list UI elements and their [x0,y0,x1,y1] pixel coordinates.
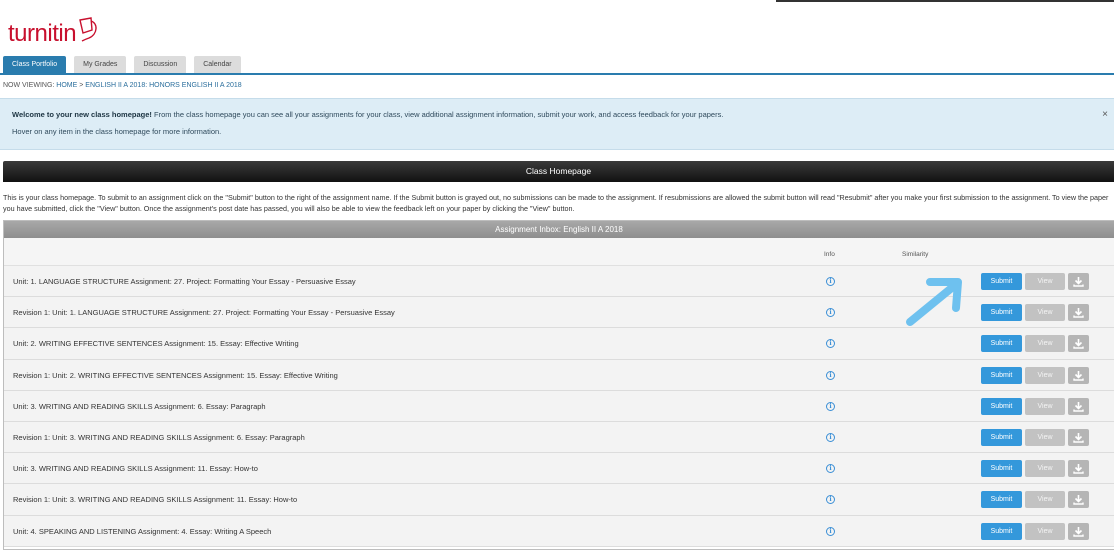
tab-discussion[interactable]: Discussion [134,56,187,73]
table-row: Unit: 3. WRITING AND READING SKILLS Assi… [4,390,1114,422]
assignment-title[interactable]: Unit: 2. WRITING EFFECTIVE SENTENCES Ass… [13,328,299,359]
submit-button[interactable]: Submit [981,273,1022,290]
info-column-header: Info [824,251,835,258]
download-icon [1073,370,1084,381]
download-button[interactable] [1068,522,1089,540]
view-button[interactable]: View [1025,428,1065,446]
download-icon [1073,339,1084,350]
assignment-title[interactable]: Unit: 1. LANGUAGE STRUCTURE Assignment: … [13,266,356,297]
download-button[interactable] [1068,335,1089,353]
assignment-title[interactable]: Revision 1: Unit: 2. WRITING EFFECTIVE S… [13,360,338,391]
info-icon[interactable]: i [826,277,835,286]
info-icon[interactable]: i [826,432,835,442]
breadcrumb-prefix: NOW VIEWING: [3,82,55,89]
table-row: Unit: 4. SPEAKING AND LISTENING Assignme… [4,515,1114,547]
view-button[interactable]: View [1025,460,1065,478]
tab-my-grades[interactable]: My Grades [74,56,127,73]
top-border-line [776,0,1114,2]
download-button[interactable] [1068,491,1089,509]
download-icon [1073,526,1084,537]
download-icon [1073,495,1084,506]
download-button[interactable] [1068,366,1089,384]
table-row: Revision 1: Unit: 2. WRITING EFFECTIVE S… [4,359,1114,391]
tab-calendar[interactable]: Calendar [194,56,241,73]
submit-button[interactable]: Submit [981,491,1022,509]
welcome-line: Welcome to your new class homepage! From… [12,110,1102,119]
submit-button[interactable]: Submit [981,366,1022,384]
welcome-text: From the class homepage you can see all … [151,110,724,119]
close-banner-icon[interactable]: × [1102,109,1108,120]
download-button[interactable] [1068,304,1089,322]
tab-class-portfolio[interactable]: Class Portfolio [3,56,67,73]
assignment-title[interactable]: Unit: 3. WRITING AND READING SKILLS Assi… [13,453,258,484]
download-icon [1073,277,1084,287]
welcome-hover-text: Hover on any item in the class homepage … [12,127,222,136]
download-icon [1073,464,1084,474]
class-homepage-intro: This is your class homepage. To submit t… [3,193,1109,213]
class-homepage-header: Class Homepage [3,161,1114,182]
view-button[interactable]: View [1025,366,1065,384]
submit-button[interactable]: Submit [981,304,1022,322]
view-button[interactable]: View [1025,522,1065,540]
download-button[interactable] [1068,273,1089,290]
logo-text: turnitin [8,20,77,47]
assignment-title[interactable]: Revision 1: Unit: 3. WRITING AND READING… [13,422,305,453]
breadcrumb-home-link[interactable]: HOME [56,82,77,89]
assignment-title[interactable]: Unit: 4. SPEAKING AND LISTENING Assignme… [13,516,271,547]
download-icon [1073,308,1084,318]
similarity-column-header: Similarity [902,251,929,258]
assignment-title[interactable]: Revision 1: Unit: 3. WRITING AND READING… [13,484,297,515]
arrow-pointing-icon [900,272,970,334]
download-button[interactable] [1068,397,1089,415]
view-button[interactable]: View [1025,491,1065,509]
info-icon[interactable]: i [826,308,835,318]
view-button[interactable]: View [1025,335,1065,353]
info-icon[interactable]: i [826,495,835,505]
table-row: Unit: 3. WRITING AND READING SKILLS Assi… [4,453,1114,485]
table-row: Revision 1: Unit: 3. WRITING AND READING… [4,421,1114,454]
assignment-title[interactable]: Revision 1: Unit: 1. LANGUAGE STRUCTURE … [13,297,395,328]
view-button[interactable]: View [1025,304,1065,322]
download-icon [1073,432,1084,443]
download-button[interactable] [1068,460,1089,478]
assignment-title[interactable]: Unit: 3. WRITING AND READING SKILLS Assi… [13,391,266,422]
logo-mark-icon [77,16,99,44]
breadcrumb-separator: > [79,82,84,89]
info-icon[interactable]: i [826,464,835,474]
info-icon[interactable]: i [826,526,835,536]
column-headers: Info Similarity [4,238,1114,266]
submit-button[interactable]: Submit [981,522,1022,540]
info-icon[interactable]: i [826,370,835,380]
download-icon [1073,401,1084,412]
table-row: Revision 1: Unit: 3. WRITING AND READING… [4,484,1114,516]
submit-button[interactable]: Submit [981,460,1022,478]
submit-button[interactable]: Submit [981,335,1022,353]
assignment-inbox-title: Assignment Inbox: English II A 2018 [4,221,1114,238]
tab-bar-divider [0,73,1114,75]
breadcrumb-course-link[interactable]: ENGLISH II A 2018: HONORS ENGLISH II A 2… [85,82,241,89]
nav-tabs: Class Portfolio My Grades Discussion Cal… [3,56,241,73]
view-button[interactable]: View [1025,397,1065,415]
welcome-heading: Welcome to your new class homepage! [12,110,152,119]
download-button[interactable] [1068,428,1089,446]
turnitin-logo[interactable]: turnitin [8,10,99,46]
welcome-banner: Welcome to your new class homepage! From… [0,98,1114,150]
breadcrumb: NOW VIEWING: HOME > ENGLISH II A 2018: H… [3,82,242,89]
assignment-inbox: Assignment Inbox: English II A 2018 Info… [3,220,1114,550]
view-button[interactable]: View [1025,273,1065,290]
submit-button[interactable]: Submit [981,397,1022,415]
submit-button[interactable]: Submit [981,428,1022,446]
info-icon[interactable]: i [826,401,835,411]
info-icon[interactable]: i [826,339,835,349]
